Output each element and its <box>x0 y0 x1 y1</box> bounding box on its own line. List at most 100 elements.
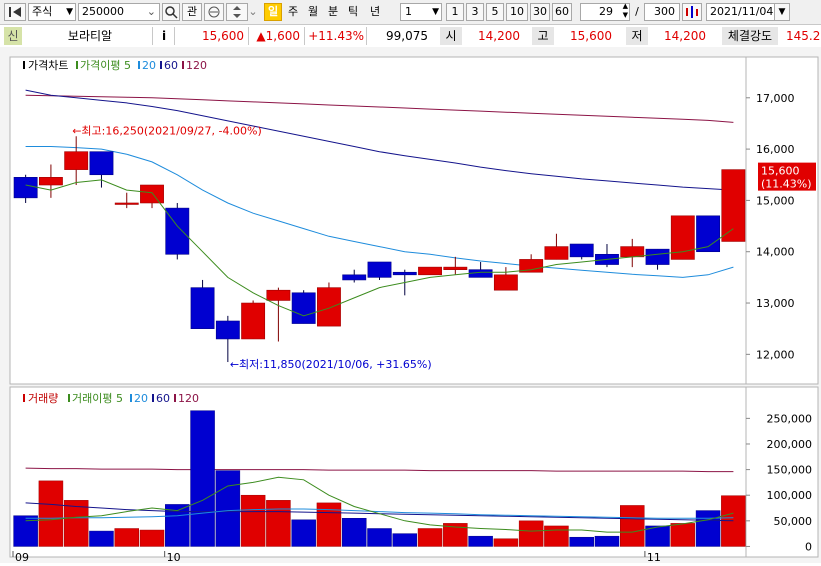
strength-label-text: 체결강도 <box>727 29 773 43</box>
gwan-button[interactable]: 관 <box>182 3 202 21</box>
candle-body <box>13 177 38 199</box>
minute-option-3[interactable]: 3 <box>466 3 484 21</box>
candle-body <box>443 266 468 270</box>
legend-marker <box>160 61 162 69</box>
period-tab-year[interactable]: 년 <box>364 3 386 21</box>
price-axis-label: 12,000 <box>756 348 795 361</box>
trade-volume: 99,075 <box>368 27 428 45</box>
volume-bar <box>114 528 139 547</box>
chevron-down-icon: ⌄ <box>248 5 258 18</box>
updown-button[interactable] <box>226 3 248 21</box>
divider <box>366 27 367 45</box>
period-tab-tick[interactable]: 틱 <box>344 3 362 21</box>
volume-axis-label: 200,000 <box>767 438 813 451</box>
period-tab-minute[interactable]: 분 <box>324 3 342 21</box>
legend-marker <box>23 394 25 402</box>
settings-icon <box>686 6 698 18</box>
minute-option-label: 10 <box>510 5 524 18</box>
volume-chart-title: 거래량 <box>28 392 58 405</box>
minute-option-10[interactable]: 10 <box>506 3 528 21</box>
period-tab-week[interactable]: 주 <box>284 3 302 21</box>
candle-body <box>190 287 215 329</box>
chevron-down-icon: ▼ <box>778 7 786 17</box>
legend-marker <box>68 394 70 402</box>
current-price-text: 15,600 <box>202 29 244 43</box>
minute-option-label: 1 <box>451 5 459 18</box>
volume-axis-label: 150,000 <box>767 464 813 477</box>
price-legend-item: 120 <box>186 59 207 72</box>
toggle-panel-button[interactable] <box>4 3 26 21</box>
legend-marker <box>130 394 132 402</box>
minute-option-label: 60 <box>555 5 569 18</box>
legend-marker <box>182 61 184 69</box>
minute-option-label: 5 <box>491 5 499 18</box>
period-tab-label: 분 <box>327 5 339 18</box>
price-change-text: ▲1,600 <box>256 29 300 43</box>
volume-bar <box>215 470 241 547</box>
volume-bar <box>620 505 645 547</box>
stepper-icon[interactable]: ▲ ▼ <box>623 2 628 20</box>
volume-bar <box>493 538 519 547</box>
minute-option-30[interactable]: 30 <box>530 3 550 21</box>
period-tab-label: 일 <box>267 5 279 18</box>
price-axis-label: 17,000 <box>756 92 795 105</box>
volume-bar <box>417 528 443 547</box>
candle-body <box>544 246 569 260</box>
market-select-value: 주식 <box>32 5 53 18</box>
minute-option-1[interactable]: 1 <box>446 3 464 21</box>
minute-option-60[interactable]: 60 <box>552 3 572 21</box>
high-price-text: 15,600 <box>570 29 612 43</box>
candle-body <box>241 302 266 340</box>
credit-badge-text: 신 <box>7 29 19 43</box>
volume-bar <box>240 494 266 547</box>
related-button[interactable] <box>204 3 224 21</box>
info-button[interactable]: i <box>156 27 172 45</box>
volume-axis-label: 250,000 <box>767 412 813 425</box>
low-price: 14,200 <box>650 27 706 45</box>
volume-axis-label: 100,000 <box>767 489 813 502</box>
candle-body <box>493 274 518 291</box>
period-tab-day[interactable]: 일 <box>264 3 282 21</box>
price-legend-item: 가격이평 5 <box>80 59 131 72</box>
price-change-pct: +11.43% <box>306 27 364 45</box>
stock-name: 보라티알 <box>28 27 152 45</box>
search-icon <box>165 6 178 19</box>
low-label: 저 <box>626 27 648 45</box>
total-input[interactable]: 300 <box>644 3 680 21</box>
stock-code-value: 250000 <box>82 5 124 18</box>
trade-volume-text: 99,075 <box>386 29 428 43</box>
price-change: ▲1,600 <box>250 27 300 45</box>
separator-text: / <box>635 5 639 18</box>
chevron-down-icon: ▼ <box>66 7 73 17</box>
stock-chart[interactable]: 12,000 13,000 14,000 15,000 16,000 17,000 ←최고:… <box>0 47 821 564</box>
chart-area: 12,000 13,000 14,000 15,000 16,000 17,000 ←최고:… <box>0 47 821 564</box>
volume-bar <box>544 525 569 547</box>
chart-settings-button[interactable] <box>682 3 702 21</box>
high-annotation: ←최고:16,250(2021/09/27, -4.00%) <box>72 124 262 137</box>
minute-option-label: 3 <box>471 5 479 18</box>
stock-code-input[interactable]: 250000 ⌄ <box>78 3 160 21</box>
volume-bar <box>392 533 418 547</box>
volume-bar <box>266 500 291 547</box>
period-tab-month[interactable]: 월 <box>304 3 322 21</box>
chevron-down-icon: ⌄ <box>146 5 156 18</box>
candle-body <box>140 184 164 204</box>
volume-axis-label: 50,000 <box>774 515 813 528</box>
search-button[interactable] <box>162 3 180 21</box>
execution-strength: 145.2 <box>782 27 821 45</box>
count-input[interactable]: 29 ▲ ▼ <box>580 2 630 21</box>
panel-toggle-icon <box>9 7 21 17</box>
current-price: 15,600 <box>176 27 244 45</box>
calendar-dropdown-button[interactable]: ▼ <box>774 3 790 21</box>
candle-body <box>392 271 417 276</box>
volume-legend-item: 60 <box>156 392 170 405</box>
period-tab-label: 월 <box>307 5 319 18</box>
interval-select[interactable]: 1 ▼ <box>400 3 442 21</box>
market-select[interactable]: 주식 ▼ <box>28 3 76 21</box>
volume-bar <box>291 519 316 547</box>
period-tab-label: 년 <box>369 5 381 18</box>
candle-body <box>114 202 139 205</box>
volume-bar <box>670 523 696 547</box>
interval-select-value: 1 <box>405 5 412 18</box>
minute-option-5[interactable]: 5 <box>486 3 504 21</box>
